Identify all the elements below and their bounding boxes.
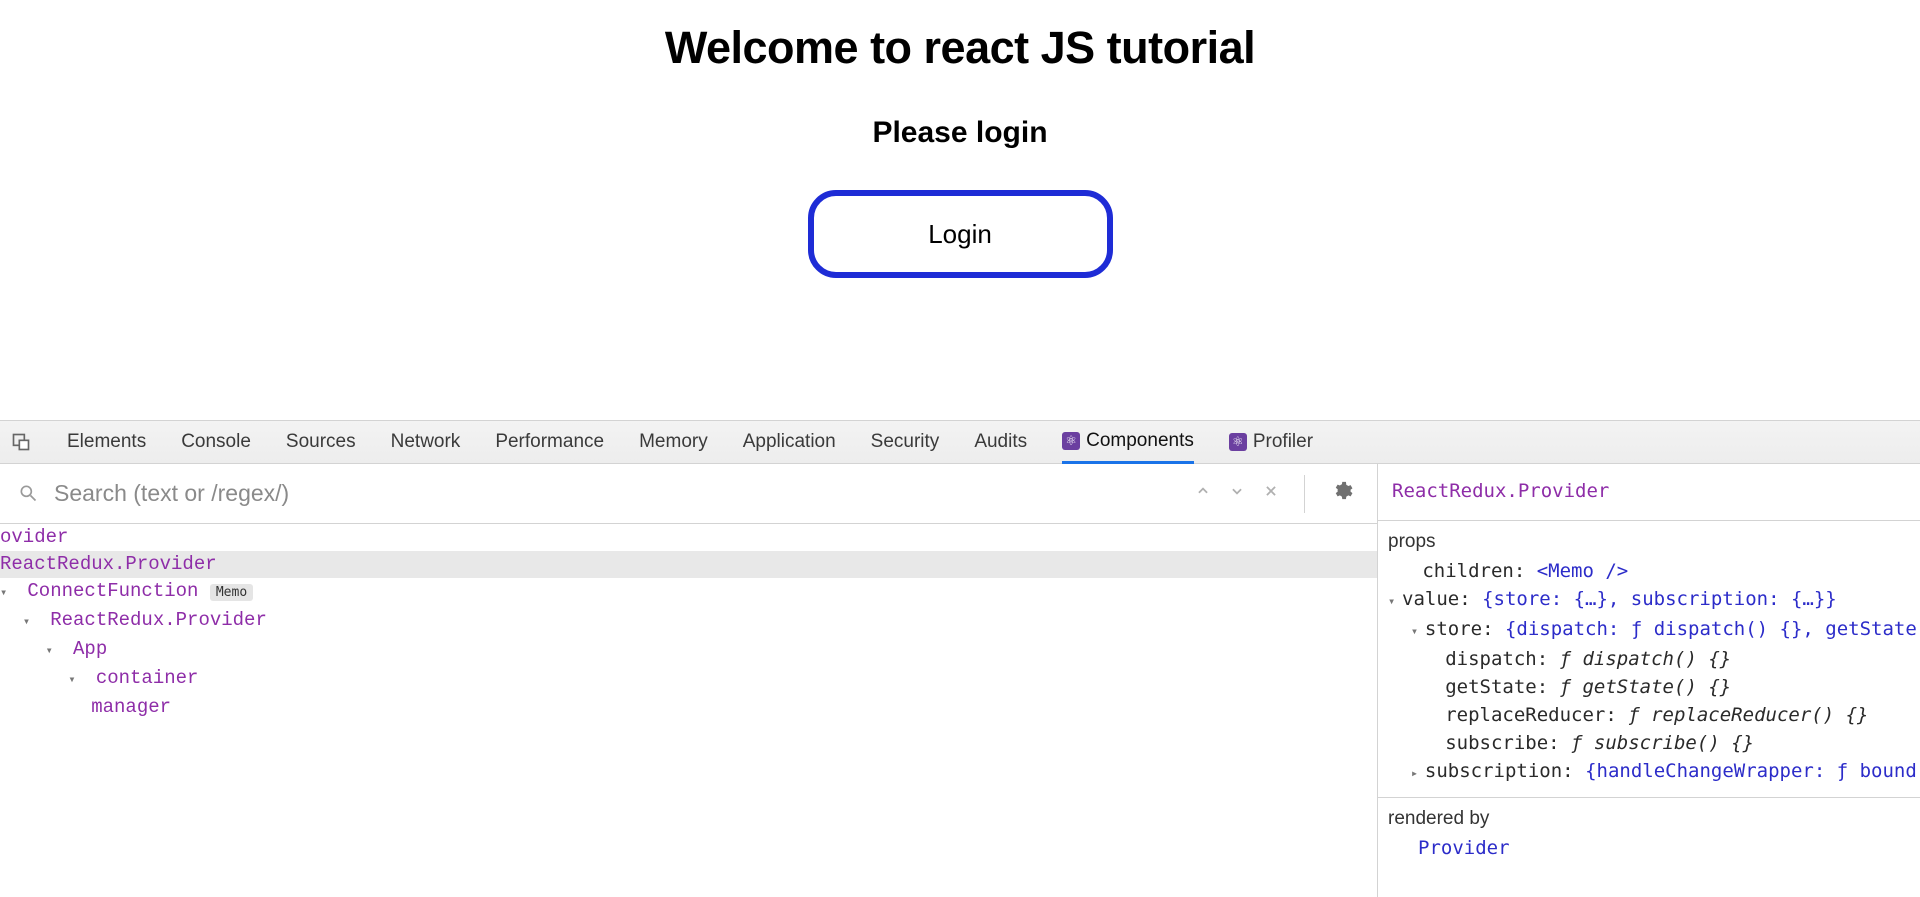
search-icon	[18, 483, 40, 505]
prop-getstate[interactable]: getState: ƒ getState() {}	[1378, 673, 1920, 701]
prop-subscription[interactable]: ▸subscription: {handleChangeWrapper: ƒ b…	[1378, 757, 1920, 787]
tab-elements[interactable]: Elements	[67, 421, 146, 464]
tab-components-label: Components	[1086, 430, 1194, 452]
tree-row[interactable]: ovider	[0, 524, 1377, 551]
prop-store[interactable]: ▾store: {dispatch: ƒ dispatch() {}, getS…	[1378, 615, 1920, 645]
tab-console[interactable]: Console	[181, 421, 251, 464]
login-heading: Please login	[872, 116, 1047, 150]
tab-profiler-label: Profiler	[1253, 431, 1313, 453]
components-right-pane: ReactRedux.Provider props children: <Mem…	[1378, 464, 1920, 897]
search-tools	[1196, 475, 1377, 513]
tree-row[interactable]: ▾ ConnectFunction Memo	[0, 578, 1377, 607]
memo-badge: Memo	[210, 584, 253, 601]
component-tree[interactable]: oviderReactRedux.Provider▾ ConnectFuncti…	[0, 524, 1377, 721]
rendered-by-header: rendered by	[1378, 797, 1920, 834]
tab-application[interactable]: Application	[743, 421, 836, 464]
chevron-down-icon[interactable]	[1230, 484, 1244, 503]
prop-children[interactable]: children: <Memo />	[1378, 557, 1920, 585]
tree-row[interactable]: ▾ ReactRedux.Provider	[0, 607, 1377, 636]
rendered-by-link[interactable]: Provider	[1378, 834, 1920, 862]
components-left-pane: oviderReactRedux.Provider▾ ConnectFuncti…	[0, 464, 1378, 897]
search-input[interactable]	[52, 479, 1196, 508]
prop-value[interactable]: ▾value: {store: {…}, subscription: {…}}	[1378, 585, 1920, 615]
react-icon: ⚛	[1229, 433, 1247, 451]
tab-network[interactable]: Network	[391, 421, 461, 464]
tab-memory[interactable]: Memory	[639, 421, 708, 464]
tab-security[interactable]: Security	[871, 421, 940, 464]
tab-sources[interactable]: Sources	[286, 421, 356, 464]
prop-dispatch[interactable]: dispatch: ƒ dispatch() {}	[1378, 645, 1920, 673]
react-icon: ⚛	[1062, 432, 1080, 450]
tree-row[interactable]: ▾ container	[0, 665, 1377, 694]
tab-components[interactable]: ⚛ Components	[1062, 421, 1194, 464]
tab-audits[interactable]: Audits	[974, 421, 1027, 464]
prop-subscribe[interactable]: subscribe: ƒ subscribe() {}	[1378, 729, 1920, 757]
devtools: Elements Console Sources Network Perform…	[0, 420, 1920, 897]
chevron-up-icon[interactable]	[1196, 484, 1210, 503]
selected-component-title: ReactRedux.Provider	[1378, 464, 1920, 510]
divider	[1304, 475, 1305, 513]
tree-row[interactable]: ReactRedux.Provider	[0, 551, 1377, 578]
react-app-area: Welcome to react JS tutorial Please logi…	[0, 0, 1920, 420]
devtools-tabstrip: Elements Console Sources Network Perform…	[0, 421, 1920, 464]
component-search-bar	[0, 464, 1377, 524]
page-title: Welcome to react JS tutorial	[665, 22, 1255, 74]
tree-row[interactable]: ▾ App	[0, 636, 1377, 665]
tab-performance[interactable]: Performance	[495, 421, 604, 464]
close-icon[interactable]	[1264, 484, 1278, 503]
tab-profiler[interactable]: ⚛ Profiler	[1229, 421, 1313, 464]
tree-row[interactable]: manager	[0, 694, 1377, 721]
gear-icon[interactable]	[1331, 480, 1353, 507]
inspect-icon[interactable]	[10, 431, 32, 453]
props-header: props	[1378, 520, 1920, 557]
prop-replacereducer[interactable]: replaceReducer: ƒ replaceReducer() {}	[1378, 701, 1920, 729]
login-button[interactable]: Login	[808, 190, 1113, 278]
